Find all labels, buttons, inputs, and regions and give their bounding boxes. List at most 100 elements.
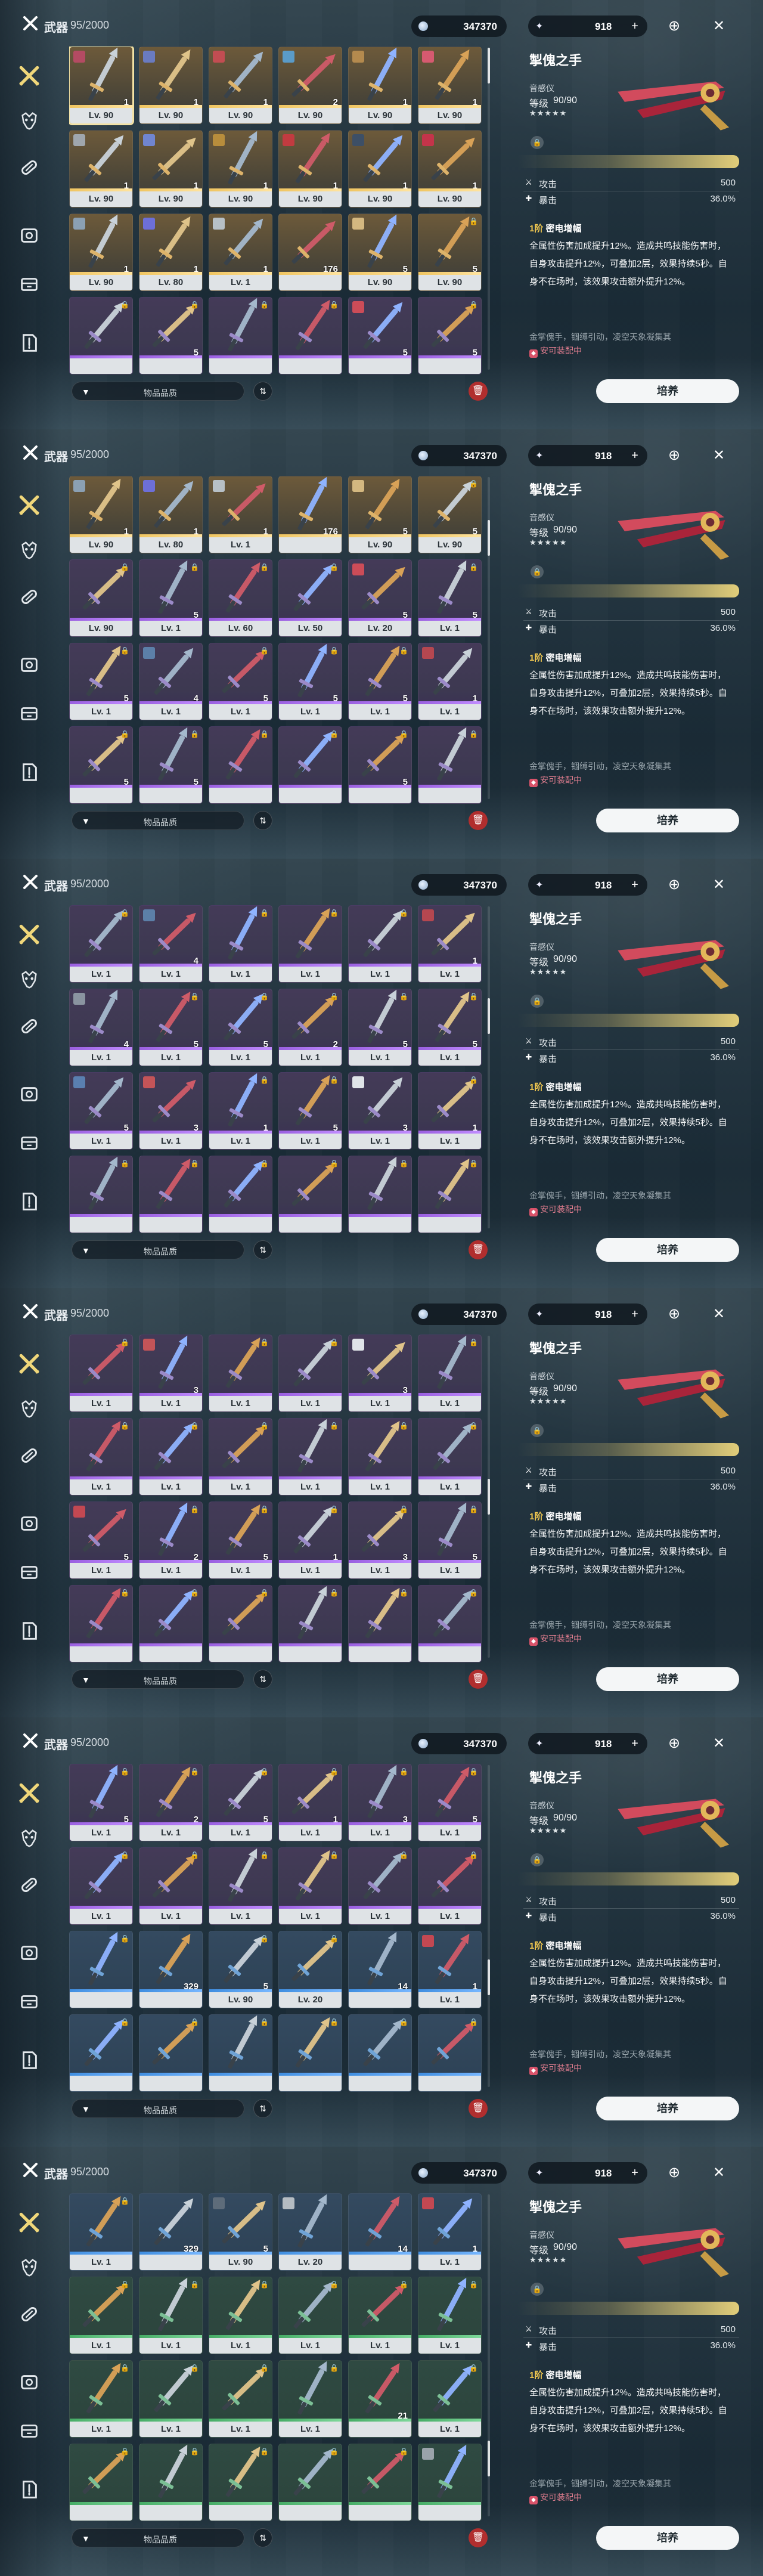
weapon-card[interactable]: 🔒	[418, 2014, 482, 2092]
discard-button[interactable]: 🗑	[469, 1670, 488, 1689]
weapon-card[interactable]: 🔒 Lv. 60	[209, 559, 272, 637]
weapon-card[interactable]: 🔒	[278, 1156, 342, 1233]
weapon-card[interactable]: 🔒 5	[139, 297, 203, 374]
weapon-card[interactable]: 🔒	[278, 2444, 342, 2521]
document-nav-icon[interactable]	[15, 1188, 43, 1215]
weapon-card[interactable]: 🔒 Lv. 1	[139, 1847, 203, 1925]
weapon-card[interactable]: 🔒 Lv. 1	[209, 1335, 272, 1412]
weapon-card[interactable]: 🔒	[278, 2014, 342, 2092]
weapon-card[interactable]: 1 Lv. 90	[418, 130, 482, 208]
echo-nav-icon[interactable]	[15, 1395, 43, 1423]
target-icon[interactable]: ⊕	[665, 446, 684, 465]
weapon-card[interactable]: Lv. 20	[278, 2193, 342, 2271]
weapon-card[interactable]: 1 Lv. 1	[418, 905, 482, 983]
weapon-card[interactable]: 21	[348, 2360, 412, 2438]
weapon-card[interactable]: 🔒	[348, 1156, 412, 1233]
weapon-card[interactable]: 🔒 Lv. 1	[69, 2193, 133, 2271]
weapon-card[interactable]: 🔒 2 Lv. 1	[139, 1501, 203, 1579]
echo-nav-icon[interactable]	[15, 1825, 43, 1852]
weapon-card[interactable]: 1 Lv. 90	[69, 476, 133, 553]
weapon-card[interactable]: 1 Lv. 90	[209, 130, 272, 208]
weapon-card[interactable]: 🔒 5 Lv. 1	[278, 643, 342, 720]
add-currency-button[interactable]: +	[627, 2165, 643, 2181]
box-nav-icon[interactable]	[15, 271, 43, 298]
box-nav-icon[interactable]	[15, 2417, 43, 2445]
target-icon[interactable]: ⊕	[665, 875, 684, 894]
weapon-card[interactable]: 🔒 5	[69, 726, 133, 804]
weapon-nav-icon[interactable]	[15, 921, 43, 948]
quality-filter-dropdown[interactable]: ▼ 物品品质	[72, 2528, 244, 2547]
weapon-card[interactable]: 1 Lv. 1	[418, 643, 482, 720]
scrollbar-thumb[interactable]	[488, 998, 490, 1034]
weapon-card[interactable]: 3 Lv. 1	[348, 1072, 412, 1150]
lock-toggle-icon[interactable]: 🔒	[531, 2283, 544, 2296]
weapon-card[interactable]: 🔒 5 Lv. 1	[209, 1501, 272, 1579]
weapon-card[interactable]: 🔒 5 Lv. 1	[69, 643, 133, 720]
weapon-card[interactable]: 329	[139, 1931, 203, 2008]
echo-nav-icon[interactable]	[15, 966, 43, 993]
discard-button[interactable]: 🗑	[469, 2528, 488, 2547]
weapon-nav-icon[interactable]	[15, 2209, 43, 2236]
weapon-card[interactable]: 1 Lv. 1	[418, 2193, 482, 2271]
weapon-card[interactable]: 🔒	[418, 1585, 482, 1662]
discard-button[interactable]: 🗑	[469, 382, 488, 401]
scrollbar-thumb[interactable]	[488, 520, 490, 556]
weapon-card[interactable]: 1 Lv. 90	[278, 130, 342, 208]
weapon-card[interactable]: 🔒 Lv. 1	[278, 2360, 342, 2438]
weapon-nav-icon[interactable]	[15, 1350, 43, 1377]
weapon-card[interactable]: 🔒 Lv. 1	[209, 2360, 272, 2438]
weapon-card[interactable]: 🔒	[209, 1156, 272, 1233]
cultivate-button[interactable]: 培养	[596, 379, 739, 403]
weapon-card[interactable]: 🔒 Lv. 1	[278, 1847, 342, 1925]
weapon-card[interactable]: 🔒	[139, 1156, 203, 1233]
grid-scrollbar[interactable]	[488, 1336, 490, 1658]
document-nav-icon[interactable]	[15, 2046, 43, 2074]
weapon-card[interactable]: 5 Lv. 90	[348, 476, 412, 553]
weapon-card[interactable]: 🔒 Lv. 1	[209, 2277, 272, 2354]
weapon-nav-icon[interactable]	[15, 62, 43, 89]
weapon-card[interactable]: 🔒 Lv. 1	[278, 2277, 342, 2354]
weapon-card[interactable]: 🔒 5 Lv. 1	[209, 989, 272, 1066]
weapon-card[interactable]: 🔒 Lv. 1	[209, 1847, 272, 1925]
weapon-card[interactable]: 4 Lv. 1	[69, 989, 133, 1066]
document-nav-icon[interactable]	[15, 1617, 43, 1645]
add-currency-button[interactable]: +	[627, 877, 643, 893]
weapon-card[interactable]: 3 Lv. 1	[139, 1072, 203, 1150]
weapon-card[interactable]: 3 Lv. 1	[348, 1335, 412, 1412]
sort-order-button[interactable]: ⇅	[253, 1240, 272, 1259]
grid-scrollbar[interactable]	[488, 906, 490, 1228]
lock-toggle-icon[interactable]: 🔒	[531, 565, 544, 578]
target-icon[interactable]: ⊕	[665, 2163, 684, 2182]
weapon-card[interactable]: 5 Lv. 1	[69, 1501, 133, 1579]
document-nav-icon[interactable]	[15, 758, 43, 786]
grid-scrollbar[interactable]	[488, 48, 490, 370]
quality-filter-dropdown[interactable]: ▼ 物品品质	[72, 2099, 244, 2118]
weapon-card[interactable]: 🔒 Lv. 1	[278, 905, 342, 983]
weapon-card[interactable]: 5 Lv. 20	[348, 559, 412, 637]
weapon-card[interactable]: 🔒	[278, 297, 342, 374]
weapon-card[interactable]: 🔒 5 Lv. 1	[139, 989, 203, 1066]
box-nav-icon[interactable]	[15, 700, 43, 727]
weapon-card[interactable]: 🔒 Lv. 90	[69, 559, 133, 637]
weapon-card[interactable]: 1 Lv. 1	[209, 213, 272, 291]
weapon-card[interactable]: 🔒 Lv. 1	[418, 1418, 482, 1496]
weapon-card[interactable]: 🔒 5 Lv. 1	[348, 989, 412, 1066]
weapon-card[interactable]: 🔒 Lv. 1	[139, 1418, 203, 1496]
weapon-card[interactable]: 1 Lv. 90	[139, 47, 203, 124]
weapon-card[interactable]: 🔒 Lv. 1	[348, 2277, 412, 2354]
lock-toggle-icon[interactable]: 🔒	[531, 136, 544, 149]
weapon-card[interactable]: 🔒	[209, 2444, 272, 2521]
quality-filter-dropdown[interactable]: ▼ 物品品质	[72, 382, 244, 401]
weapon-card[interactable]: 🔒	[69, 2444, 133, 2521]
weapon-card[interactable]: 🔒 2 Lv. 1	[278, 989, 342, 1066]
weapon-card[interactable]: 1 Lv. 90	[139, 130, 203, 208]
capsule-nav-icon[interactable]	[15, 154, 43, 181]
weapon-card[interactable]: 🔒 Lv. 1	[69, 2277, 133, 2354]
weapon-card[interactable]: 176	[278, 476, 342, 553]
weapon-nav-icon[interactable]	[15, 1779, 43, 1807]
box-nav-icon[interactable]	[15, 1129, 43, 1157]
weapon-card[interactable]: 3 Lv. 1	[139, 1335, 203, 1412]
weapon-card[interactable]: 🔒	[139, 2444, 203, 2521]
target-icon[interactable]: ⊕	[665, 1305, 684, 1324]
cultivate-button[interactable]: 培养	[596, 1667, 739, 1691]
